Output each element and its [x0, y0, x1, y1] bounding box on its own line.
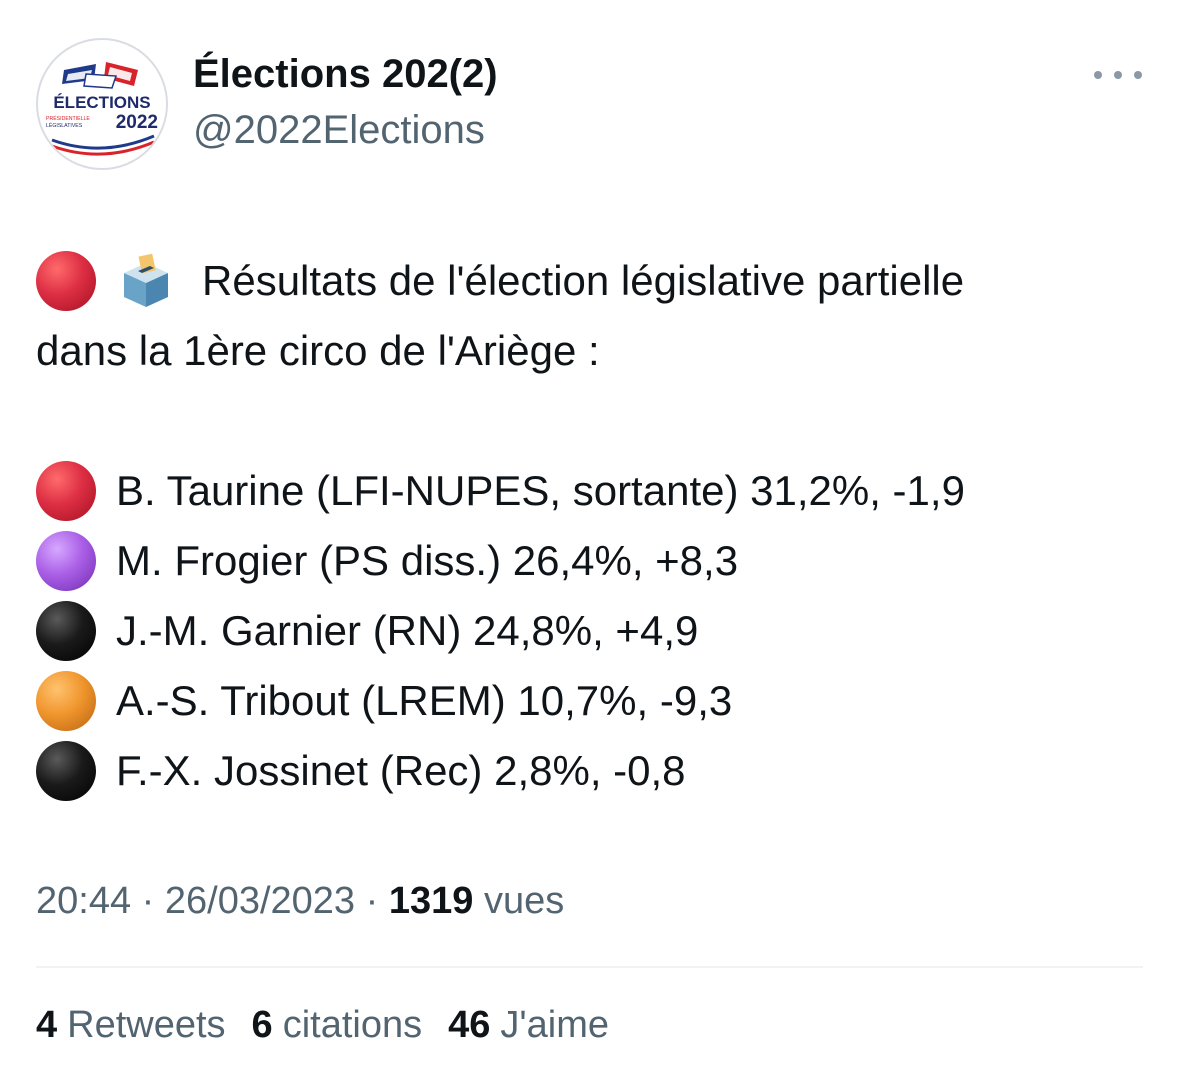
result-text: F.-X. Jossinet (Rec) 2,8%, -0,8: [116, 747, 686, 794]
red-circle-icon: [36, 461, 96, 521]
svg-text:ÉLECTIONS: ÉLECTIONS: [53, 93, 150, 112]
result-text: J.-M. Garnier (RN) 24,8%, +4,9: [116, 607, 699, 654]
result-item: B. Taurine (LFI-NUPES, sortante) 31,2%, …: [36, 456, 1156, 526]
display-name[interactable]: Élections 202(2): [193, 52, 498, 97]
red-circle-icon: [36, 251, 96, 311]
quotes-count: 6: [251, 1004, 273, 1046]
purple-circle-icon: [36, 531, 96, 591]
tweet-text: Résultats de l'élection législative part…: [36, 246, 1156, 806]
result-text: M. Frogier (PS diss.) 26,4%, +8,3: [116, 537, 739, 584]
meta-separator: ·: [141, 880, 155, 922]
more-dot: [1114, 71, 1122, 79]
retweets-label: Retweets: [67, 1004, 226, 1046]
ballot-box-icon: [116, 251, 176, 311]
result-item: F.-X. Jossinet (Rec) 2,8%, -0,8: [36, 736, 1156, 806]
quotes-stat[interactable]: 6 citations: [252, 1004, 423, 1047]
result-item: J.-M. Garnier (RN) 24,8%, +4,9: [36, 596, 1156, 666]
more-dot: [1134, 71, 1142, 79]
divider: [36, 966, 1143, 968]
tweet: ÉLECTIONS PRÉSIDENTIELLE LÉGISLATIVES 20…: [0, 0, 1179, 1080]
svg-text:LÉGISLATIVES: LÉGISLATIVES: [46, 122, 83, 129]
black-circle-icon: [36, 601, 96, 661]
result-text: B. Taurine (LFI-NUPES, sortante) 31,2%, …: [116, 467, 965, 514]
quotes-label: citations: [282, 1004, 423, 1046]
likes-stat[interactable]: 46 J'aime: [448, 1004, 609, 1047]
tweet-intro-text-1: Résultats de l'élection législative part…: [202, 257, 965, 304]
engagement-stats: 4 Retweets 6 citations 46 J'aime: [36, 1004, 635, 1047]
tweet-time[interactable]: 20:44: [36, 880, 131, 922]
result-text: A.-S. Tribout (LREM) 10,7%, -9,3: [116, 677, 733, 724]
user-handle[interactable]: @2022Elections: [193, 108, 485, 153]
tweet-intro-line: Résultats de l'élection législative part…: [36, 246, 1156, 316]
meta-separator: ·: [365, 880, 379, 922]
tweet-intro-line: dans la 1ère circo de l'Ariège :: [36, 316, 1156, 386]
elections-2022-logo: ÉLECTIONS PRÉSIDENTIELLE LÉGISLATIVES 20…: [46, 62, 158, 156]
svg-text:2022: 2022: [116, 112, 158, 133]
tweet-meta: 20:44 · 26/03/2023 · 1319 vues: [36, 880, 564, 923]
tweet-date[interactable]: 26/03/2023: [165, 880, 355, 922]
results-list: B. Taurine (LFI-NUPES, sortante) 31,2%, …: [36, 456, 1156, 806]
views-label: vues: [483, 880, 565, 922]
avatar[interactable]: ÉLECTIONS PRÉSIDENTIELLE LÉGISLATIVES 20…: [36, 38, 168, 170]
retweets-stat[interactable]: 4 Retweets: [36, 1004, 226, 1047]
svg-text:PRÉSIDENTIELLE: PRÉSIDENTIELLE: [46, 115, 90, 122]
more-options-button[interactable]: [1094, 62, 1142, 88]
more-horizontal-icon: [1094, 71, 1102, 79]
views-count: 1319: [388, 880, 474, 922]
black-circle-icon: [36, 741, 96, 801]
retweets-count: 4: [36, 1004, 58, 1046]
orange-circle-icon: [36, 671, 96, 731]
result-item: M. Frogier (PS diss.) 26,4%, +8,3: [36, 526, 1156, 596]
tweet-intro-text-2: dans la 1ère circo de l'Ariège :: [36, 327, 600, 374]
likes-label: J'aime: [500, 1004, 609, 1046]
result-item: A.-S. Tribout (LREM) 10,7%, -9,3: [36, 666, 1156, 736]
likes-count: 46: [448, 1004, 491, 1046]
